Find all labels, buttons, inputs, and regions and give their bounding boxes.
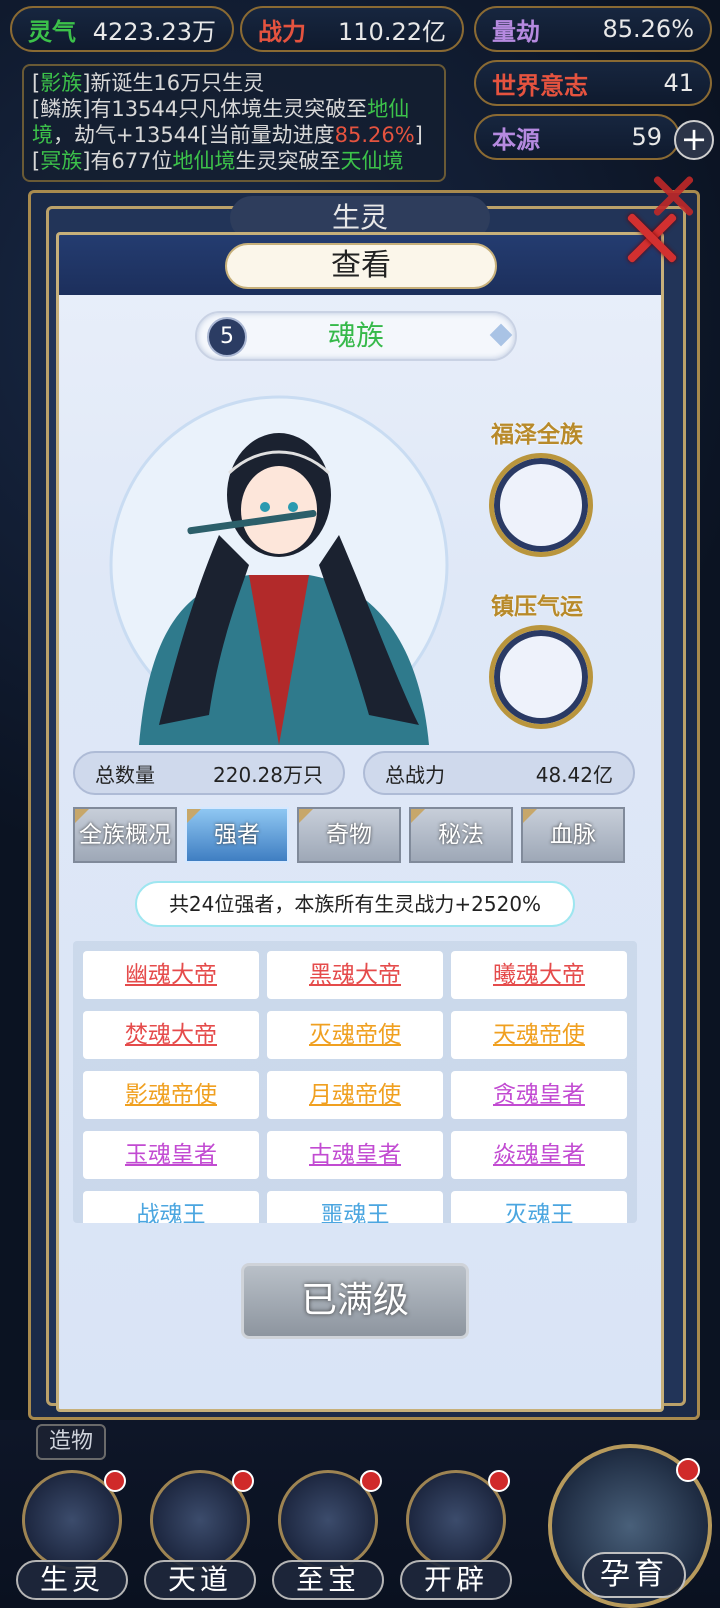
lingqi-value: 4223.23万 [92, 17, 216, 46]
lingqi-label: 灵气 [28, 17, 76, 46]
nurture-label: 孕育 [582, 1552, 686, 1598]
strongman-item[interactable]: 灭魂帝使 [267, 1011, 443, 1059]
world-will-label: 世界意志 [492, 71, 588, 100]
view-dialog: 查看 5 魂族 福泽全族 镇压气运 总数量 220.28万只 总战力 48.42… [56, 232, 664, 1412]
strongman-item[interactable]: 月魂帝使 [267, 1071, 443, 1119]
origin-stat[interactable]: 本源 59 [474, 114, 680, 160]
world-will-value: 41 [663, 69, 694, 97]
power-label: 战力 [258, 17, 306, 46]
strongman-item[interactable]: 天魂帝使 [451, 1011, 627, 1059]
strongman-item[interactable]: 幽魂大帝 [83, 951, 259, 999]
log-line: [鳞族]有13544只凡体境生灵突破至地仙境，劫气+13544[当前量劫进度85… [32, 97, 423, 147]
log-line: [冥族]有677位地仙境生灵突破至天仙境 [32, 149, 404, 173]
total-count: 总数量 220.28万只 [73, 751, 345, 795]
total-power: 总战力 48.42亿 [363, 751, 635, 795]
nav-treasure[interactable]: 至宝 [272, 1470, 384, 1600]
nav-label: 生灵 [16, 1560, 128, 1600]
dialog-title: 查看 [225, 243, 497, 289]
calamity-stat[interactable]: 量劫 85.26% [474, 6, 712, 52]
notification-dot [360, 1470, 382, 1492]
creation-button[interactable]: 造物 [36, 1424, 106, 1460]
origin-label: 本源 [492, 125, 540, 154]
suppress-label: 镇压气运 [491, 594, 583, 620]
nurture-button[interactable]: 孕育 [548, 1444, 712, 1608]
origin-value: 59 [631, 123, 662, 151]
notification-dot [488, 1470, 510, 1492]
event-log: [影族]新诞生16万只生灵 [鳞族]有13544只凡体境生灵突破至地仙境，劫气+… [22, 64, 446, 182]
strongmen-summary: 共24位强者，本族所有生灵战力+2520% [135, 881, 575, 927]
nav-heaven-dao[interactable]: 天道 [144, 1470, 256, 1600]
lingqi-stat[interactable]: 灵气 4223.23万 [10, 6, 234, 52]
notification-dot [232, 1470, 254, 1492]
strongman-item[interactable]: 曦魂大帝 [451, 951, 627, 999]
tab-bloodline[interactable]: 血脉 [521, 807, 625, 863]
nav-creatures[interactable]: 生灵 [16, 1470, 128, 1600]
strongman-item[interactable]: 影魂帝使 [83, 1071, 259, 1119]
max-level-button[interactable]: 已满级 [241, 1263, 469, 1339]
strongman-item[interactable]: 焱魂皇者 [451, 1131, 627, 1179]
strongman-item[interactable]: 噩魂王 [267, 1191, 443, 1223]
total-count-value: 220.28万只 [213, 762, 323, 787]
tab-overview[interactable]: 全族概况 [73, 807, 177, 863]
tab-secret-arts[interactable]: 秘法 [409, 807, 513, 863]
total-power-label: 总战力 [385, 762, 445, 787]
notification-dot [104, 1470, 126, 1492]
race-name: 魂族 [327, 319, 384, 352]
character-portrait [109, 395, 449, 745]
notification-dot [676, 1458, 700, 1482]
nav-label: 开辟 [400, 1560, 512, 1600]
total-power-value: 48.42亿 [535, 762, 613, 787]
blessing-label: 福泽全族 [491, 422, 583, 448]
strongman-item[interactable]: 古魂皇者 [267, 1131, 443, 1179]
nav-open-world[interactable]: 开辟 [400, 1470, 512, 1600]
world-will-stat[interactable]: 世界意志 41 [474, 60, 712, 106]
calamity-value: 85.26% [602, 15, 694, 43]
strongman-item[interactable]: 黑魂大帝 [267, 951, 443, 999]
strongmen-list[interactable]: 幽魂大帝 黑魂大帝 曦魂大帝 焚魂大帝 灭魂帝使 天魂帝使 影魂帝使 月魂帝使 … [73, 941, 637, 1223]
nav-label: 至宝 [272, 1560, 384, 1600]
calamity-label: 量劫 [492, 17, 540, 46]
strongman-item[interactable]: 贪魂皇者 [451, 1071, 627, 1119]
log-line: [影族]新诞生16万只生灵 [32, 71, 265, 95]
power-stat[interactable]: 战力 110.22亿 [240, 6, 464, 52]
tab-treasures[interactable]: 奇物 [297, 807, 401, 863]
power-value: 110.22亿 [338, 17, 446, 46]
strongman-item[interactable]: 玉魂皇者 [83, 1131, 259, 1179]
blessing-slot[interactable] [489, 453, 593, 557]
strongman-item[interactable]: 灭魂王 [451, 1191, 627, 1223]
close-icon[interactable] [622, 206, 682, 266]
add-origin-button[interactable]: + [674, 120, 714, 160]
total-count-label: 总数量 [95, 762, 155, 787]
tab-strongmen[interactable]: 强者 [185, 807, 289, 863]
strongman-item[interactable]: 战魂王 [83, 1191, 259, 1223]
nav-label: 天道 [144, 1560, 256, 1600]
race-selector[interactable]: 5 魂族 [195, 311, 517, 361]
suppress-slot[interactable] [489, 625, 593, 729]
strongman-item[interactable]: 焚魂大帝 [83, 1011, 259, 1059]
